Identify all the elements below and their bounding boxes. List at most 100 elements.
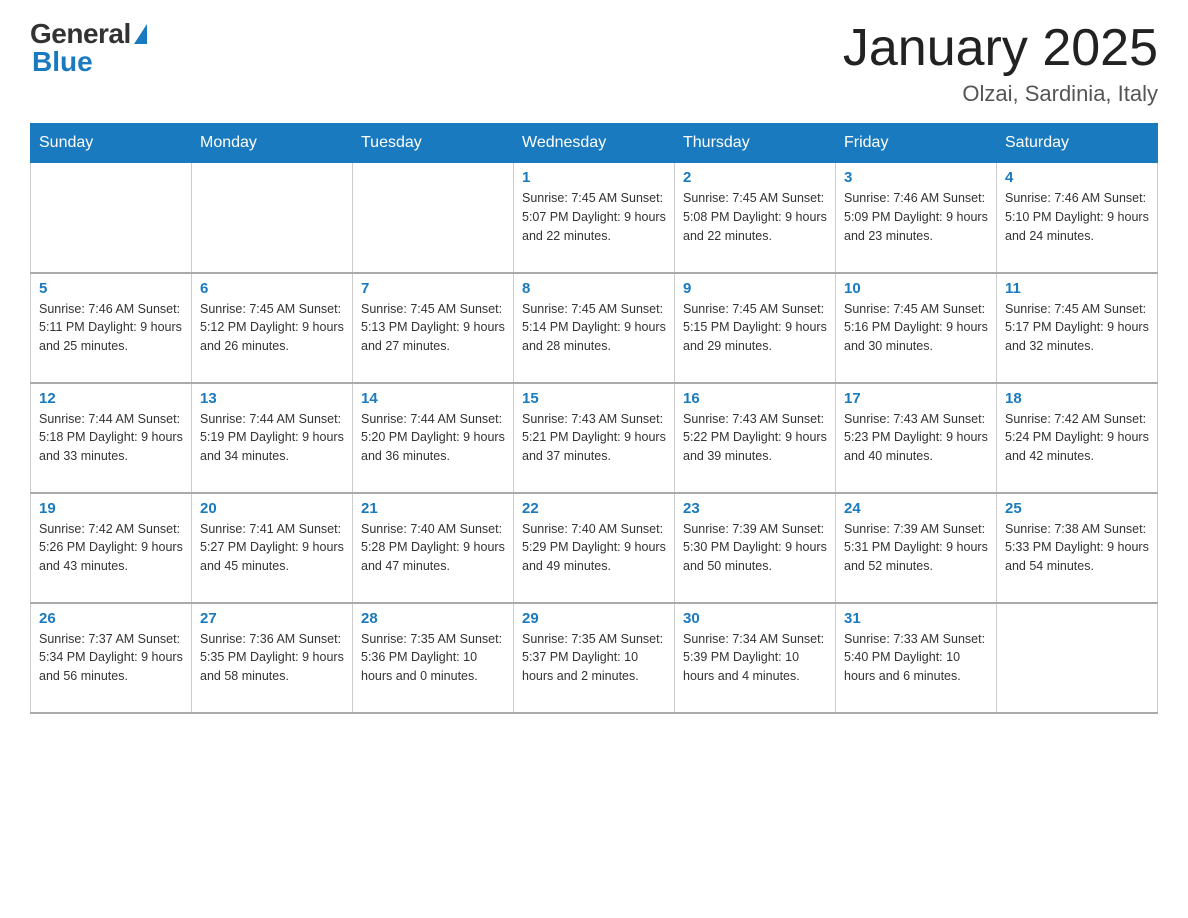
calendar-cell: 8Sunrise: 7:45 AM Sunset: 5:14 PM Daylig… — [514, 273, 675, 383]
day-number: 22 — [522, 500, 666, 517]
title-block: January 2025 Olzai, Sardinia, Italy — [843, 20, 1158, 107]
day-number: 17 — [844, 390, 988, 407]
day-number: 24 — [844, 500, 988, 517]
day-info: Sunrise: 7:44 AM Sunset: 5:20 PM Dayligh… — [361, 410, 505, 466]
calendar-cell: 21Sunrise: 7:40 AM Sunset: 5:28 PM Dayli… — [353, 493, 514, 603]
day-info: Sunrise: 7:35 AM Sunset: 5:37 PM Dayligh… — [522, 630, 666, 686]
day-info: Sunrise: 7:44 AM Sunset: 5:18 PM Dayligh… — [39, 410, 183, 466]
day-info: Sunrise: 7:45 AM Sunset: 5:08 PM Dayligh… — [683, 189, 827, 245]
calendar-title: January 2025 — [843, 20, 1158, 77]
day-number: 23 — [683, 500, 827, 517]
day-info: Sunrise: 7:45 AM Sunset: 5:16 PM Dayligh… — [844, 300, 988, 356]
calendar-cell: 17 Sunrise: 7:43 AM Sunset: 5:23 PM Dayli… — [836, 383, 997, 493]
day-number: 5 — [39, 280, 183, 297]
day-info: Sunrise: 7:46 AM Sunset: 5:09 PM Dayligh… — [844, 189, 988, 245]
day-header-tuesday: Tuesday — [353, 124, 514, 163]
calendar-cell: 9 Sunrise: 7:45 AM Sunset: 5:15 PM Daylig… — [675, 273, 836, 383]
day-number: 9 — [683, 280, 827, 297]
calendar-cell — [192, 163, 353, 273]
calendar-cell: 12 Sunrise: 7:44 AM Sunset: 5:18 PM Dayli… — [31, 383, 192, 493]
day-number: 19 — [39, 500, 183, 517]
page-header: General Blue January 2025 Olzai, Sardini… — [30, 20, 1158, 107]
calendar-cell: 14 Sunrise: 7:44 AM Sunset: 5:20 PM Dayli… — [353, 383, 514, 493]
day-number: 15 — [522, 390, 666, 407]
calendar-cell: 18Sunrise: 7:42 AM Sunset: 5:24 PM Dayli… — [997, 383, 1158, 493]
day-info: Sunrise: 7:44 AM Sunset: 5:19 PM Dayligh… — [200, 410, 344, 466]
day-number: 30 — [683, 610, 827, 627]
calendar-cell: 31Sunrise: 7:33 AM Sunset: 5:40 PM Dayli… — [836, 603, 997, 713]
day-number: 20 — [200, 500, 344, 517]
logo: General Blue — [30, 20, 147, 78]
day-info: Sunrise: 7:45 AM Sunset: 5:07 PM Dayligh… — [522, 189, 666, 245]
day-info: Sunrise: 7:46 AM Sunset: 5:10 PM Dayligh… — [1005, 189, 1149, 245]
calendar-cell: 19 Sunrise: 7:42 AM Sunset: 5:26 PM Dayli… — [31, 493, 192, 603]
calendar-cell — [997, 603, 1158, 713]
calendar-cell: 28 Sunrise: 7:35 AM Sunset: 5:36 PM Dayli… — [353, 603, 514, 713]
day-number: 13 — [200, 390, 344, 407]
day-info: Sunrise: 7:43 AM Sunset: 5:23 PM Dayligh… — [844, 410, 988, 466]
day-info: Sunrise: 7:39 AM Sunset: 5:30 PM Dayligh… — [683, 520, 827, 576]
calendar-cell: 4 Sunrise: 7:46 AM Sunset: 5:10 PM Daylig… — [997, 163, 1158, 273]
day-info: Sunrise: 7:34 AM Sunset: 5:39 PM Dayligh… — [683, 630, 827, 686]
calendar-week-3: 12 Sunrise: 7:44 AM Sunset: 5:18 PM Dayli… — [31, 383, 1158, 493]
calendar-cell: 2 Sunrise: 7:45 AM Sunset: 5:08 PM Daylig… — [675, 163, 836, 273]
logo-blue-text: Blue — [32, 46, 93, 77]
day-number: 2 — [683, 169, 827, 186]
day-number: 16 — [683, 390, 827, 407]
day-info: Sunrise: 7:46 AM Sunset: 5:11 PM Dayligh… — [39, 300, 183, 356]
calendar-week-1: 1 Sunrise: 7:45 AM Sunset: 5:07 PM Daylig… — [31, 163, 1158, 273]
calendar-cell: 13 Sunrise: 7:44 AM Sunset: 5:19 PM Dayli… — [192, 383, 353, 493]
calendar-cell: 20Sunrise: 7:41 AM Sunset: 5:27 PM Dayli… — [192, 493, 353, 603]
day-number: 21 — [361, 500, 505, 517]
day-number: 14 — [361, 390, 505, 407]
day-info: Sunrise: 7:39 AM Sunset: 5:31 PM Dayligh… — [844, 520, 988, 576]
calendar-header-row: SundayMondayTuesdayWednesdayThursdayFrid… — [31, 124, 1158, 163]
day-info: Sunrise: 7:42 AM Sunset: 5:24 PM Dayligh… — [1005, 410, 1149, 466]
logo-triangle-icon — [134, 24, 147, 44]
calendar-cell: 25 Sunrise: 7:38 AM Sunset: 5:33 PM Dayli… — [997, 493, 1158, 603]
day-number: 31 — [844, 610, 988, 627]
calendar-subtitle: Olzai, Sardinia, Italy — [843, 81, 1158, 107]
calendar-cell — [353, 163, 514, 273]
day-number: 7 — [361, 280, 505, 297]
day-header-friday: Friday — [836, 124, 997, 163]
calendar-table: SundayMondayTuesdayWednesdayThursdayFrid… — [30, 123, 1158, 714]
calendar-cell: 30 Sunrise: 7:34 AM Sunset: 5:39 PM Dayli… — [675, 603, 836, 713]
calendar-cell: 5 Sunrise: 7:46 AM Sunset: 5:11 PM Daylig… — [31, 273, 192, 383]
calendar-cell: 10 Sunrise: 7:45 AM Sunset: 5:16 PM Dayli… — [836, 273, 997, 383]
day-info: Sunrise: 7:40 AM Sunset: 5:29 PM Dayligh… — [522, 520, 666, 576]
day-info: Sunrise: 7:45 AM Sunset: 5:15 PM Dayligh… — [683, 300, 827, 356]
day-info: Sunrise: 7:42 AM Sunset: 5:26 PM Dayligh… — [39, 520, 183, 576]
day-header-thursday: Thursday — [675, 124, 836, 163]
day-info: Sunrise: 7:43 AM Sunset: 5:21 PM Dayligh… — [522, 410, 666, 466]
calendar-cell: 24 Sunrise: 7:39 AM Sunset: 5:31 PM Dayli… — [836, 493, 997, 603]
calendar-cell: 7 Sunrise: 7:45 AM Sunset: 5:13 PM Daylig… — [353, 273, 514, 383]
calendar-cell: 22 Sunrise: 7:40 AM Sunset: 5:29 PM Dayli… — [514, 493, 675, 603]
day-info: Sunrise: 7:35 AM Sunset: 5:36 PM Dayligh… — [361, 630, 505, 686]
day-number: 10 — [844, 280, 988, 297]
day-number: 28 — [361, 610, 505, 627]
day-info: Sunrise: 7:45 AM Sunset: 5:17 PM Dayligh… — [1005, 300, 1149, 356]
day-header-saturday: Saturday — [997, 124, 1158, 163]
day-number: 26 — [39, 610, 183, 627]
day-header-wednesday: Wednesday — [514, 124, 675, 163]
calendar-week-4: 19 Sunrise: 7:42 AM Sunset: 5:26 PM Dayli… — [31, 493, 1158, 603]
calendar-cell: 1 Sunrise: 7:45 AM Sunset: 5:07 PM Daylig… — [514, 163, 675, 273]
day-number: 3 — [844, 169, 988, 186]
day-number: 11 — [1005, 280, 1149, 297]
day-header-monday: Monday — [192, 124, 353, 163]
day-info: Sunrise: 7:45 AM Sunset: 5:12 PM Dayligh… — [200, 300, 344, 356]
logo-general-text: General — [30, 20, 131, 48]
day-number: 12 — [39, 390, 183, 407]
day-info: Sunrise: 7:45 AM Sunset: 5:13 PM Dayligh… — [361, 300, 505, 356]
day-number: 1 — [522, 169, 666, 186]
calendar-week-5: 26 Sunrise: 7:37 AM Sunset: 5:34 PM Dayli… — [31, 603, 1158, 713]
day-number: 25 — [1005, 500, 1149, 517]
day-number: 4 — [1005, 169, 1149, 186]
day-info: Sunrise: 7:43 AM Sunset: 5:22 PM Dayligh… — [683, 410, 827, 466]
calendar-cell: 27Sunrise: 7:36 AM Sunset: 5:35 PM Dayli… — [192, 603, 353, 713]
day-number: 29 — [522, 610, 666, 627]
day-info: Sunrise: 7:38 AM Sunset: 5:33 PM Dayligh… — [1005, 520, 1149, 576]
day-info: Sunrise: 7:37 AM Sunset: 5:34 PM Dayligh… — [39, 630, 183, 686]
day-info: Sunrise: 7:45 AM Sunset: 5:14 PM Dayligh… — [522, 300, 666, 356]
